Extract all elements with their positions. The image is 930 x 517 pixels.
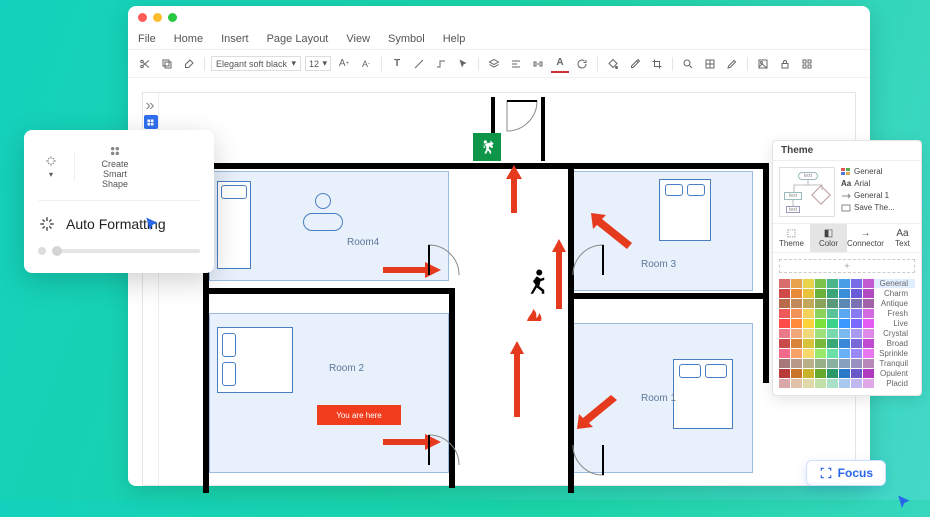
arrow-up-exit: [505, 165, 523, 213]
increase-font-icon[interactable]: A+: [335, 55, 353, 73]
tab-theme[interactable]: ⬚Theme: [773, 224, 810, 252]
room4-label: Room4: [347, 237, 379, 248]
line-icon[interactable]: [410, 55, 428, 73]
connector-icon[interactable]: [432, 55, 450, 73]
theme-panel: Theme text text text General AaArial Gen…: [772, 140, 922, 396]
sparkle-dropdown[interactable]: ▾: [38, 152, 64, 181]
text-icon[interactable]: T: [388, 55, 406, 73]
tab-color[interactable]: ◧Color: [810, 224, 847, 252]
toolbar: Elegant soft black▾ 12▾ A+ A- T A: [128, 50, 870, 78]
theme-attr-font[interactable]: AaArial: [841, 179, 915, 188]
fill-icon[interactable]: [604, 55, 622, 73]
bed-room3[interactable]: [659, 179, 711, 241]
rail-shapes-icon[interactable]: [144, 115, 158, 129]
menu-view[interactable]: View: [346, 33, 370, 45]
palette-row-antique[interactable]: Antique: [779, 299, 915, 308]
table-icon[interactable]: [701, 55, 719, 73]
you-are-here-marker[interactable]: You are here: [317, 405, 401, 425]
palette-row-live[interactable]: Live: [779, 319, 915, 328]
bed-room2[interactable]: [217, 327, 293, 393]
arrow-diag-room1: [575, 393, 621, 433]
tab-connector[interactable]: →Connector: [847, 224, 884, 252]
exit-sign-icon: [473, 133, 501, 161]
font-select[interactable]: Elegant soft black▾: [211, 56, 301, 71]
minimize-dot[interactable]: [153, 13, 162, 22]
menu-symbol[interactable]: Symbol: [388, 33, 425, 45]
menu-help[interactable]: Help: [443, 33, 466, 45]
palette-row-tranquil[interactable]: Tranquil: [779, 359, 915, 368]
lock-icon[interactable]: [776, 55, 794, 73]
arrow-up-mid: [551, 239, 567, 309]
arrow-up-low: [509, 341, 525, 417]
room3-label: Room 3: [641, 259, 676, 270]
theme-attribute-list: General AaArial General 1 Save The...: [841, 167, 915, 217]
palette-row-crystal[interactable]: Crystal: [779, 329, 915, 338]
theme-tabs: ⬚Theme ◧Color →Connector AaText: [773, 223, 921, 253]
rail-expand-icon[interactable]: »: [146, 97, 156, 107]
menu-page-layout[interactable]: Page Layout: [267, 33, 329, 45]
eyedropper-icon[interactable]: [626, 55, 644, 73]
auto-formatting-button[interactable]: Auto Formatting: [38, 215, 200, 233]
palette-row-sprinkle[interactable]: Sprinkle: [779, 349, 915, 358]
titlebar: [128, 6, 870, 28]
auto-formatting-popup: ▾ Create Smart Shape Auto Formatting: [24, 130, 214, 273]
copy-icon[interactable]: [158, 55, 176, 73]
running-person-icon: [523, 267, 553, 308]
menu-bar: File Home Insert Page Layout View Symbol…: [128, 28, 870, 50]
theme-attr-general[interactable]: General: [841, 167, 915, 176]
create-smart-shape-button[interactable]: Create Smart Shape: [85, 142, 145, 192]
menu-insert[interactable]: Insert: [221, 33, 249, 45]
format-slider[interactable]: [38, 247, 200, 255]
theme-attr-save[interactable]: Save The...: [841, 203, 915, 212]
room1-label: Room 1: [641, 393, 676, 404]
pointer-icon[interactable]: [454, 55, 472, 73]
close-dot[interactable]: [138, 13, 147, 22]
palette-row-charm[interactable]: Charm: [779, 289, 915, 298]
palette-row-broad[interactable]: Broad: [779, 339, 915, 348]
rotate-icon[interactable]: [573, 55, 591, 73]
apps-icon[interactable]: [798, 55, 816, 73]
layers-icon[interactable]: [485, 55, 503, 73]
cut-icon[interactable]: [136, 55, 154, 73]
drawing-canvas[interactable]: » AI Room4 Room 3: [142, 92, 856, 486]
room2-label: Room 2: [329, 363, 364, 374]
theme-preview[interactable]: text text text: [779, 167, 835, 217]
menu-home[interactable]: Home: [174, 33, 203, 45]
menu-file[interactable]: File: [138, 33, 156, 45]
image-icon[interactable]: [754, 55, 772, 73]
theme-panel-title: Theme: [773, 141, 921, 161]
brush-icon[interactable]: [180, 55, 198, 73]
tab-text[interactable]: AaText: [884, 224, 921, 252]
color-palettes: GeneralCharmAntiqueFreshLiveCrystalBroad…: [773, 279, 921, 395]
font-color-icon[interactable]: A: [551, 55, 569, 73]
maximize-dot[interactable]: [168, 13, 177, 22]
app-window: File Home Insert Page Layout View Symbol…: [128, 6, 870, 486]
crop-icon[interactable]: [648, 55, 666, 73]
pen-icon[interactable]: [723, 55, 741, 73]
fire-icon: [523, 303, 547, 328]
palette-row-fresh[interactable]: Fresh: [779, 309, 915, 318]
palette-row-general[interactable]: General: [779, 279, 915, 288]
size-select[interactable]: 12▾: [305, 56, 331, 71]
palette-row-opulent[interactable]: Opulent: [779, 369, 915, 378]
focus-button[interactable]: Focus: [806, 460, 886, 486]
decrease-font-icon[interactable]: A-: [357, 55, 375, 73]
theme-attr-connector[interactable]: General 1: [841, 191, 915, 200]
search-icon[interactable]: [679, 55, 697, 73]
add-theme-button[interactable]: +: [779, 259, 915, 273]
bed-room4[interactable]: [217, 181, 251, 269]
distribute-icon[interactable]: [529, 55, 547, 73]
palette-row-placid[interactable]: Placid: [779, 379, 915, 388]
bed-room1[interactable]: [673, 359, 733, 429]
align-icon[interactable]: [507, 55, 525, 73]
